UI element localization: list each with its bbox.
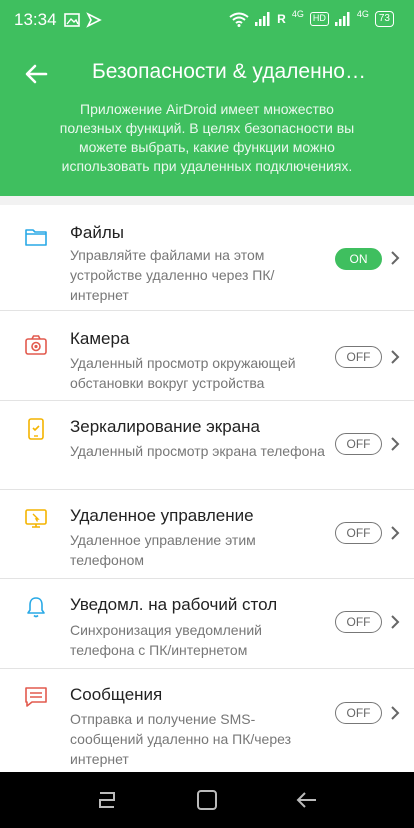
battery-indicator: 73 <box>374 11 394 27</box>
roaming-label: R <box>277 12 286 26</box>
bell-icon <box>27 597 45 618</box>
page-description: Приложение AirDroid имеет множество поле… <box>59 101 355 174</box>
feature-item-notifications[interactable]: Уведомл. на рабочий стол Синхронизация у… <box>0 579 414 669</box>
files-toggle[interactable]: ON <box>335 248 382 270</box>
chevron-right-icon <box>391 526 400 540</box>
system-nav-bar <box>0 772 414 828</box>
chevron-right-icon <box>391 437 400 451</box>
feature-title: Камера <box>70 329 130 348</box>
remote-control-toggle[interactable]: OFF <box>335 522 382 544</box>
feature-description: Синхронизация уведомлений телефона с ПК/… <box>70 622 262 658</box>
title-bar: Безопасности & удаленно… <box>0 54 414 94</box>
send-notification-icon <box>86 12 102 28</box>
camera-toggle[interactable]: OFF <box>335 346 382 368</box>
status-right-icons: R 4G HD 4G 73 <box>229 9 394 27</box>
feature-item-remote-control[interactable]: Удаленное управление Удаленное управлени… <box>0 490 414 579</box>
remote-control-icon <box>25 509 47 528</box>
feature-item-messages[interactable]: Сообщения Отправка и получение SMS-сообщ… <box>0 669 414 772</box>
app-header: 13:34 R 4G HD 4G 73 Безопасности & удале… <box>0 0 414 196</box>
status-notification-icons <box>64 12 102 28</box>
camera-icon <box>25 335 47 355</box>
feature-title: Файлы <box>70 223 125 242</box>
phone-mirror-icon <box>28 418 44 440</box>
feature-description: Удаленный просмотр экрана телефона <box>70 443 325 459</box>
chevron-right-icon <box>391 615 400 629</box>
feature-title: Сообщения <box>70 685 163 704</box>
feature-list: Файлы Управляйте файлами на этом устройс… <box>0 205 414 772</box>
feature-title: Зеркалирование экрана <box>70 417 260 436</box>
back-button[interactable] <box>18 58 54 90</box>
status-time: 13:34 <box>14 10 57 29</box>
recent-apps-button[interactable] <box>94 788 120 812</box>
wifi-icon <box>229 12 249 27</box>
feature-description: Управляйте файлами на этом устройстве уд… <box>70 247 275 303</box>
messages-toggle[interactable]: OFF <box>335 702 382 724</box>
chevron-right-icon <box>391 706 400 720</box>
feature-description: Удаленный просмотр окружающей обстановки… <box>70 355 296 391</box>
message-icon <box>25 687 47 707</box>
feature-description: Отправка и получение SMS-сообщений удале… <box>70 711 292 767</box>
back-arrow-icon <box>25 64 48 84</box>
status-bar: 13:34 R 4G HD 4G 73 <box>0 0 414 40</box>
nav-back-icon <box>296 792 316 808</box>
page-title: Безопасности & удаленно… <box>92 60 366 83</box>
hd-badge: HD <box>309 12 329 26</box>
feature-title: Уведомл. на рабочий стол <box>70 595 278 614</box>
feature-item-screen-mirror[interactable]: Зеркалирование экрана Удаленный просмотр… <box>0 401 414 490</box>
feature-item-camera[interactable]: Камера Удаленный просмотр окружающей обс… <box>0 311 414 401</box>
feature-description: Удаленное управление этим телефоном <box>70 532 256 568</box>
image-notification-icon <box>64 13 80 27</box>
feature-item-files[interactable]: Файлы Управляйте файлами на этом устройс… <box>0 205 414 311</box>
network-type-2: 4G <box>356 9 369 19</box>
chevron-right-icon <box>391 251 400 265</box>
feature-title: Удаленное управление <box>70 506 254 525</box>
signal-icon-2 <box>334 12 350 26</box>
signal-icon <box>255 12 270 26</box>
notifications-toggle[interactable]: OFF <box>335 611 382 633</box>
folder-icon <box>25 229 47 246</box>
recent-apps-icon <box>99 792 115 808</box>
home-button[interactable] <box>194 788 220 812</box>
home-icon <box>197 790 217 810</box>
screen-mirror-toggle[interactable]: OFF <box>335 433 382 455</box>
chevron-right-icon <box>391 350 400 364</box>
nav-back-button[interactable] <box>294 788 320 812</box>
network-type-1: 4G <box>291 9 304 19</box>
